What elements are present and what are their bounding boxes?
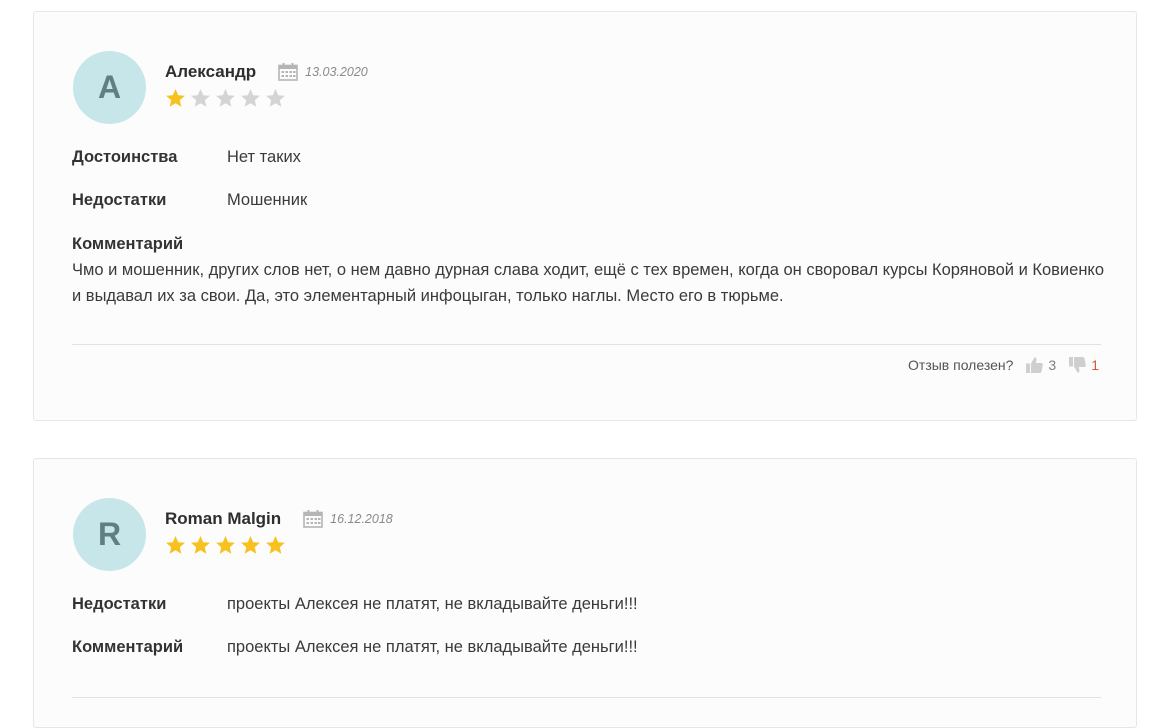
avatar: R bbox=[73, 498, 146, 571]
helpful-prompt: Отзыв полезен? bbox=[908, 357, 1014, 373]
cons-label: Недостатки bbox=[72, 191, 167, 209]
review-header: Александр 13.03.2020 bbox=[165, 62, 368, 82]
thumbs-down-icon bbox=[1068, 356, 1087, 374]
review-date: 13.03.2020 bbox=[305, 65, 368, 79]
cons-row: Недостатки проекты Алексея не платят, не … bbox=[72, 595, 638, 614]
author-name: Александр bbox=[165, 62, 257, 81]
calendar-icon bbox=[278, 63, 298, 81]
star-icon bbox=[165, 535, 186, 556]
star-rating bbox=[165, 535, 286, 556]
star-icon bbox=[265, 88, 286, 109]
star-icon bbox=[240, 535, 261, 556]
pros-label: Достоинства bbox=[72, 148, 178, 166]
star-rating bbox=[165, 88, 286, 109]
comment-text: Чмо и мошенник, других слов нет, о нем д… bbox=[72, 261, 1105, 305]
review-header: Roman Malgin 16.12.2018 bbox=[165, 509, 393, 529]
pros-row: Достоинства Нет таких bbox=[72, 148, 301, 167]
divider bbox=[72, 344, 1101, 345]
cons-label: Недостатки bbox=[72, 595, 167, 613]
calendar-icon bbox=[303, 510, 323, 528]
star-icon bbox=[190, 88, 211, 109]
star-icon bbox=[165, 88, 186, 109]
star-icon bbox=[215, 535, 236, 556]
star-icon bbox=[190, 535, 211, 556]
dislike-count: 1 bbox=[1091, 357, 1099, 373]
star-icon bbox=[215, 88, 236, 109]
author-name: Roman Malgin bbox=[165, 509, 282, 528]
cons-value: Мошенник bbox=[227, 191, 308, 209]
comment-row: Комментарий проекты Алексея не платят, не… bbox=[72, 638, 638, 657]
thumbs-up-icon bbox=[1025, 356, 1044, 374]
comment-text: проекты Алексея не платят, не вкладывайт… bbox=[227, 638, 638, 656]
star-icon bbox=[240, 88, 261, 109]
dislike-button[interactable]: 1 bbox=[1068, 356, 1099, 374]
cons-row: Недостатки Мошенник bbox=[72, 191, 307, 210]
review-card: R Roman Malgin 16.12.2018 Недостатки прое… bbox=[33, 458, 1137, 728]
like-button[interactable]: 3 bbox=[1025, 356, 1056, 374]
comment-label: Комментарий bbox=[72, 235, 184, 253]
pros-value: Нет таких bbox=[227, 148, 301, 166]
comment-label: Комментарий bbox=[72, 638, 184, 656]
review-card: А Александр 13.03.2020 Достоинства Нет та… bbox=[33, 11, 1137, 421]
cons-value: проекты Алексея не платят, не вкладывайт… bbox=[227, 595, 638, 613]
star-icon bbox=[265, 535, 286, 556]
helpful-vote: Отзыв полезен? 3 1 bbox=[908, 356, 1099, 374]
like-count: 3 bbox=[1048, 357, 1057, 373]
review-date: 16.12.2018 bbox=[330, 512, 393, 526]
avatar: А bbox=[73, 51, 146, 124]
divider bbox=[72, 697, 1101, 698]
